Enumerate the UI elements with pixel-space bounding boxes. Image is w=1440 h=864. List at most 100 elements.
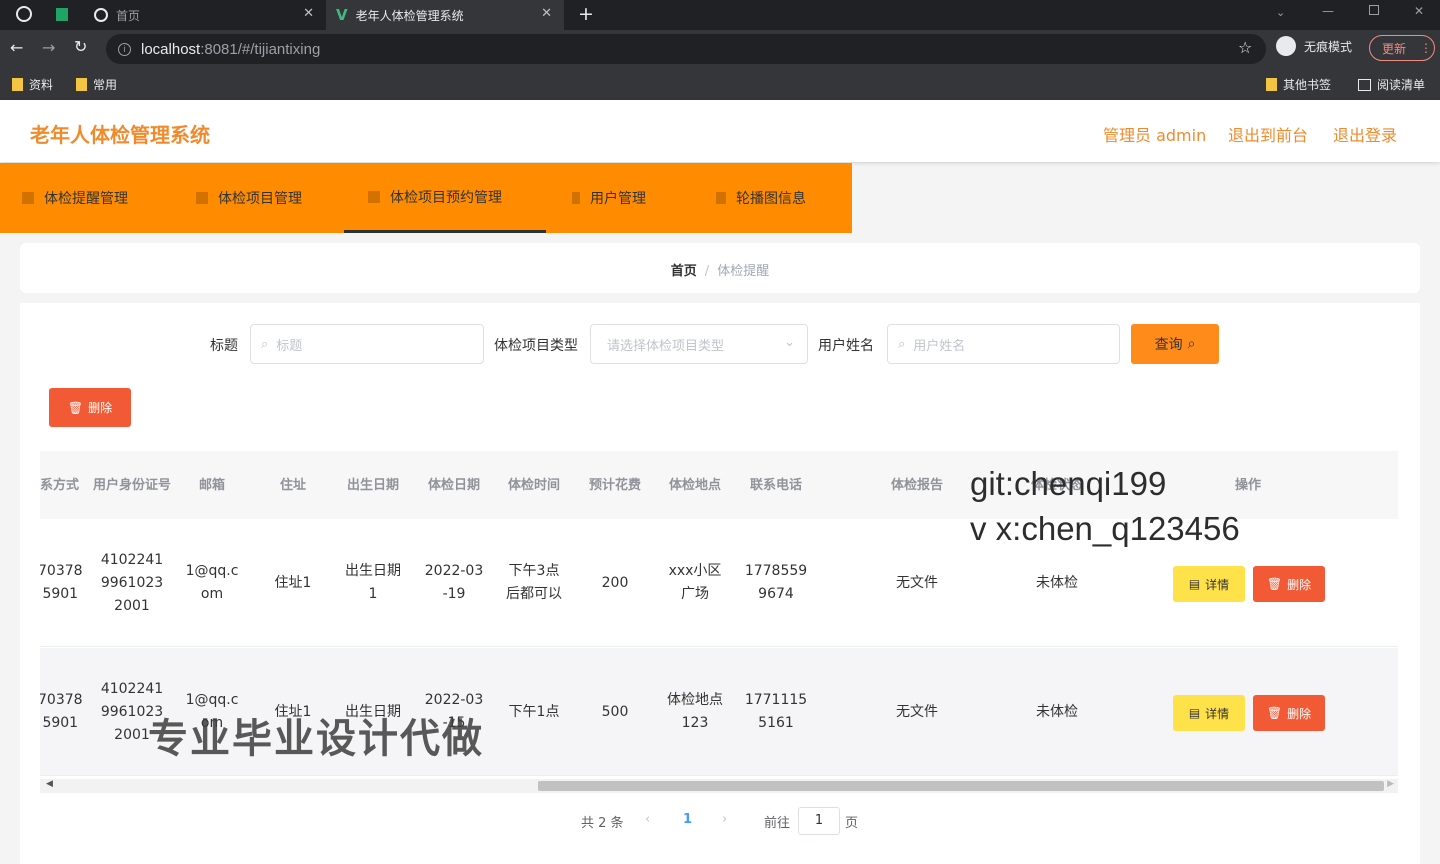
- browser-tab-app[interactable]: V 老年人体检管理系统 ✕: [326, 0, 564, 30]
- menu-icon: [22, 192, 34, 204]
- cell-tel: 1778559 9674: [744, 563, 808, 602]
- breadcrumb-home[interactable]: 首页: [671, 264, 697, 279]
- type-select[interactable]: 请选择体检项目类型 ⌄: [590, 324, 808, 364]
- incognito-badge[interactable]: 无痕模式: [1276, 36, 1352, 56]
- watermark-wx: v x:chen_q123456: [970, 510, 1240, 547]
- title-label: 标题: [210, 338, 238, 354]
- cell-phone: 70378 5901: [40, 692, 83, 731]
- scroll-right-icon[interactable]: ▶: [1387, 779, 1394, 789]
- cell-tel: 1771115 5161: [744, 692, 808, 731]
- user-search-input[interactable]: ⌕ 用户姓名: [887, 324, 1120, 364]
- update-button[interactable]: 更新 ⋮: [1369, 35, 1435, 61]
- info-icon[interactable]: i: [118, 42, 131, 56]
- more-menu-icon: ⋮: [1420, 41, 1433, 55]
- folder-icon: [12, 78, 23, 91]
- next-page-icon[interactable]: ›: [722, 812, 727, 827]
- forward-arrow-icon[interactable]: →: [42, 38, 55, 57]
- row-delete-button[interactable]: 🗑 删除: [1253, 566, 1325, 602]
- cell-place: 体检地点 123: [667, 692, 723, 731]
- other-bookmarks[interactable]: 其他书签: [1266, 76, 1331, 93]
- page-jump-input[interactable]: 1: [798, 807, 840, 835]
- minimize-icon[interactable]: —: [1322, 4, 1334, 18]
- browser-tab-home[interactable]: 首页 ✕: [94, 0, 324, 30]
- bookmark-folder[interactable]: 常用: [76, 76, 117, 93]
- close-tab-icon[interactable]: ✕: [303, 6, 314, 21]
- cell-time: 下午3点 后都可以: [506, 563, 562, 602]
- detail-button[interactable]: ▤ 详情: [1173, 566, 1245, 602]
- main-nav: 体检提醒管理 体检项目管理 体检项目预约管理 用户管理 轮播图信息: [0, 163, 852, 233]
- reading-list[interactable]: 阅读清单: [1358, 76, 1425, 93]
- col-cost: 预计花费: [588, 477, 641, 493]
- nav-item-booking[interactable]: 体检项目预约管理: [344, 163, 546, 233]
- title-placeholder: 标题: [276, 338, 303, 354]
- trash-icon: 🗑: [1266, 577, 1283, 591]
- scrollbar-thumb[interactable]: [538, 781, 1384, 791]
- tab-search-icon[interactable]: ⌄: [1276, 6, 1285, 19]
- back-arrow-icon[interactable]: ←: [10, 38, 23, 57]
- sheet-icon[interactable]: [56, 8, 68, 21]
- back-to-front-link[interactable]: 退出到前台: [1228, 122, 1308, 146]
- table-header: 系方式 用户身份证号 邮箱 住址 出生日期 体检日期 体检时间 预计花费 体检地…: [40, 451, 1398, 519]
- page-suffix: 页: [845, 816, 859, 831]
- folder-icon: [1266, 78, 1277, 91]
- detail-label: 详情: [1205, 577, 1230, 592]
- cell-cost: 500: [601, 703, 629, 720]
- breadcrumb: 首页 / 体检提醒: [20, 260, 1420, 279]
- nav-item-carousel[interactable]: 轮播图信息: [716, 163, 806, 233]
- query-label: 查询: [1154, 337, 1183, 353]
- address-bar[interactable]: i localhost:8081/#/tijiantixing: [106, 34, 1266, 64]
- page-number[interactable]: 1: [683, 812, 692, 827]
- close-tab-icon[interactable]: ✕: [541, 6, 552, 21]
- reading-list-icon: [1358, 78, 1371, 91]
- bookmarks-bar: 资料 常用 其他书签 阅读清单: [0, 68, 1440, 100]
- trash-icon: 🗑: [1266, 706, 1283, 720]
- reading-list-label: 阅读清单: [1377, 78, 1426, 92]
- nav-item-users[interactable]: 用户管理: [572, 163, 646, 233]
- cell-birth: 出生日期 1: [345, 563, 401, 602]
- globe-icon: [94, 8, 108, 22]
- cell-time: 下午1点: [508, 703, 560, 720]
- nav-label: 体检项目预约管理: [390, 189, 502, 206]
- breadcrumb-separator: /: [704, 264, 710, 279]
- prev-page-icon[interactable]: ‹: [645, 812, 650, 827]
- nav-item-reminder[interactable]: 体检提醒管理: [22, 163, 128, 233]
- browser-tab-bar: 首页 ✕ V 老年人体检管理系统 ✕ + ⌄ — ✕: [0, 0, 1440, 30]
- bookmark-label: 常用: [93, 78, 118, 92]
- col-address: 住址: [279, 477, 306, 493]
- col-date: 体检日期: [427, 477, 480, 493]
- nav-label: 用户管理: [590, 191, 646, 207]
- window-close-icon[interactable]: ✕: [1414, 4, 1424, 18]
- nav-item-project[interactable]: 体检项目管理: [196, 163, 302, 233]
- col-birth: 出生日期: [346, 477, 399, 493]
- update-label: 更新: [1382, 41, 1407, 56]
- admin-label: 管理员 admin: [1103, 126, 1207, 145]
- batch-delete-button[interactable]: 🗑 删除: [49, 388, 131, 427]
- bookmark-star-icon[interactable]: ☆: [1238, 38, 1252, 57]
- col-phone: 系方式: [40, 477, 80, 493]
- logout-link[interactable]: 退出登录: [1333, 122, 1397, 146]
- new-tab-icon[interactable]: +: [578, 3, 594, 25]
- goto-label: 前往: [764, 816, 791, 831]
- browser-logo-icon[interactable]: [16, 6, 32, 22]
- scroll-left-icon[interactable]: ◀: [46, 779, 53, 789]
- nav-label: 轮播图信息: [736, 191, 806, 207]
- pagination-total: 共 2 条: [581, 816, 624, 831]
- reload-icon[interactable]: ↻: [74, 37, 87, 56]
- detail-button[interactable]: ▤ 详情: [1173, 695, 1245, 731]
- restore-icon[interactable]: [1369, 5, 1379, 15]
- nav-label: 体检项目管理: [218, 191, 302, 207]
- query-button[interactable]: 查询 ⌕: [1131, 324, 1219, 364]
- row-delete-button[interactable]: 🗑 删除: [1253, 695, 1325, 731]
- cell-place: xxx小区 广场: [668, 563, 722, 602]
- col-tel: 联系电话: [749, 477, 802, 493]
- horizontal-scrollbar[interactable]: ◀ ▶: [40, 779, 1398, 793]
- bookmark-folder[interactable]: 资料: [12, 76, 53, 93]
- title-search-input[interactable]: ⌕ 标题: [250, 324, 484, 364]
- tab-label: 首页: [116, 8, 141, 23]
- detail-label: 详情: [1205, 706, 1230, 721]
- type-placeholder: 请选择体检项目类型: [607, 338, 725, 354]
- chevron-down-icon: ⌄: [784, 335, 795, 350]
- user-icon: [572, 192, 580, 204]
- browser-toolbar: ← → ↻ i localhost:8081/#/tijiantixing ☆ …: [0, 30, 1440, 68]
- cell-cost: 200: [601, 574, 629, 591]
